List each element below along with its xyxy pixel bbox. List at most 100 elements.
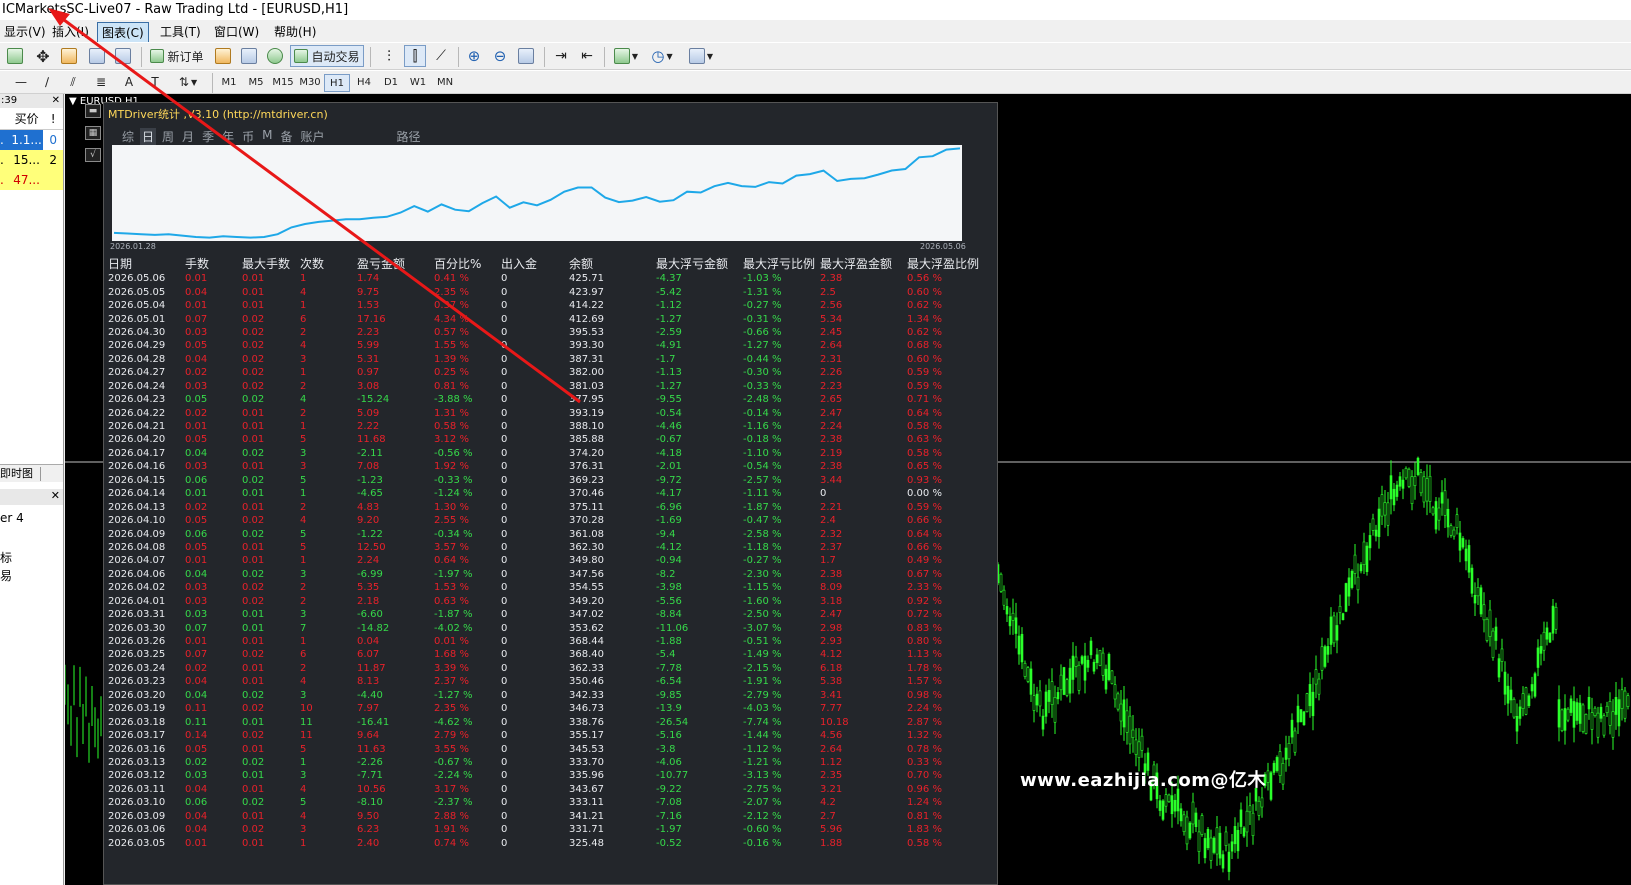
- trendline-button[interactable]: ∕: [36, 71, 58, 93]
- tf-m5[interactable]: M5: [243, 74, 269, 92]
- table-row[interactable]: 2026.04.24 0.03 0.02 2 3.08 0.81 % 0 381.03 -1.2…: [108, 380, 979, 393]
- mtd-tab[interactable]: 币: [240, 128, 256, 145]
- table-row[interactable]: 2026.04.29 0.05 0.02 4 5.99 1.55 % 0 393.30 -4.9…: [108, 339, 979, 352]
- menu-window[interactable]: 窗口(W): [210, 22, 263, 41]
- table-row[interactable]: 2026.04.17 0.04 0.02 3 -2.11 -0.56 % 0 374.20 -4…: [108, 447, 979, 460]
- mtd-tab[interactable]: 日: [140, 128, 157, 145]
- chart-shift-button[interactable]: ⇥: [550, 45, 572, 67]
- col-bid[interactable]: 买价: [10, 108, 43, 129]
- table-row[interactable]: 2026.04.27 0.02 0.02 1 0.97 0.25 % 0 382.00 -1.1…: [108, 366, 979, 379]
- table-row[interactable]: 2026.03.11 0.04 0.01 4 10.56 3.17 % 0 343.67 -9.…: [108, 783, 979, 796]
- bar-chart-button[interactable]: ⫶: [378, 45, 400, 67]
- table-row[interactable]: 2026.03.23 0.04 0.01 4 8.13 2.37 % 0 350.46 -6.5…: [108, 675, 979, 688]
- table-row[interactable]: 2026.03.17 0.14 0.02 11 9.64 2.79 % 0 355.17 -5.…: [108, 729, 979, 742]
- table-row[interactable]: 2026.04.16 0.03 0.01 3 7.08 1.92 % 0 376.31 -2.0…: [108, 460, 979, 473]
- column-header[interactable]: 余额: [569, 255, 656, 272]
- auto-trading-button[interactable]: 自动交易: [290, 45, 364, 67]
- zoom-out-button[interactable]: ⊖: [489, 45, 511, 67]
- mtd-tab[interactable]: 路径: [395, 128, 423, 145]
- table-row[interactable]: 2026.03.06 0.04 0.02 3 6.23 1.91 % 0 331.71 -1.9…: [108, 823, 979, 836]
- menu-view[interactable]: 显示(V): [0, 22, 50, 41]
- tf-m1[interactable]: M1: [216, 74, 242, 92]
- column-header[interactable]: 次数: [300, 255, 357, 272]
- table-row[interactable]: 2026.04.30 0.03 0.02 2 2.23 0.57 % 0 395.53 -2.5…: [108, 326, 979, 339]
- table-row[interactable]: 2026.03.31 0.03 0.01 3 -6.60 -1.87 % 0 347.02 -8…: [108, 608, 979, 621]
- tf-h4[interactable]: H4: [351, 74, 377, 92]
- table-row[interactable]: 2026.04.15 0.06 0.02 5 -1.23 -0.33 % 0 369.23 -9…: [108, 474, 979, 487]
- tester-button[interactable]: [264, 45, 286, 67]
- metaeditor-button[interactable]: [212, 45, 234, 67]
- zoom-in-button[interactable]: ⊕: [463, 45, 485, 67]
- table-row[interactable]: 2026.04.02 0.03 0.02 2 5.35 1.53 % 0 354.55 -3.9…: [108, 581, 979, 594]
- table-row[interactable]: 2026.03.12 0.03 0.01 3 -7.71 -2.24 % 0 335.96 -1…: [108, 769, 979, 782]
- fibo-button[interactable]: ≣: [90, 71, 112, 93]
- table-row[interactable]: 2026.03.26 0.01 0.01 1 0.04 0.01 % 0 368.44 -1.8…: [108, 635, 979, 648]
- menu-help[interactable]: 帮助(H): [270, 22, 320, 41]
- table-row[interactable]: 2026.04.14 0.01 0.01 1 -4.65 -1.24 % 0 370.46 -4…: [108, 487, 979, 500]
- tf-m30[interactable]: M30: [297, 74, 323, 92]
- table-row[interactable]: 2026.03.10 0.06 0.02 5 -8.10 -2.37 % 0 333.11 -7…: [108, 796, 979, 809]
- tile-windows-button[interactable]: [515, 45, 537, 67]
- tf-h1[interactable]: H1: [324, 74, 350, 92]
- favorites-button[interactable]: [58, 45, 80, 67]
- candle-chart-button[interactable]: ⫿: [404, 45, 426, 67]
- table-row[interactable]: 2026.03.16 0.05 0.01 5 11.63 3.55 % 0 345.53 -3.…: [108, 742, 979, 755]
- table-row[interactable]: 2026.04.10 0.05 0.02 4 9.20 2.55 % 0 370.28 -1.6…: [108, 514, 979, 527]
- channel-button[interactable]: ⫽: [62, 71, 84, 93]
- label-button[interactable]: T: [144, 71, 166, 93]
- table-row[interactable]: 2026.05.01 0.07 0.02 6 17.16 4.34 % 0 412.69 -1.…: [108, 312, 979, 325]
- mtd-tab[interactable]: 月: [180, 128, 196, 145]
- tf-mn[interactable]: MN: [432, 74, 458, 92]
- mtd-tab[interactable]: 综: [120, 128, 136, 145]
- table-row[interactable]: 2026.03.25 0.07 0.02 6 6.07 1.68 % 0 368.40 -5.4…: [108, 648, 979, 661]
- column-header[interactable]: 出入金: [501, 255, 569, 272]
- table-row[interactable]: 2026.03.20 0.04 0.02 3 -4.40 -1.27 % 0 342.33 -9…: [108, 689, 979, 702]
- mtd-tab[interactable]: M: [260, 128, 274, 145]
- navigator-item[interactable]: er 4: [0, 511, 24, 525]
- market-watch-button[interactable]: [86, 45, 108, 67]
- panel-check-icon[interactable]: √: [85, 148, 101, 162]
- table-row[interactable]: 2026.03.18 0.11 0.01 11 -16.41 -4.62 % 0 338.76…: [108, 715, 979, 728]
- tick-chart-tab[interactable]: 即时图: [0, 464, 63, 482]
- table-row[interactable]: 2026.05.04 0.01 0.01 1 1.53 0.37 % 0 414.22 -1.1…: [108, 299, 979, 312]
- navigator-item[interactable]: 易: [0, 567, 12, 584]
- terminal-button[interactable]: [238, 45, 260, 67]
- table-row[interactable]: 2026.04.06 0.04 0.02 3 -6.99 -1.97 % 0 347.56 -8…: [108, 568, 979, 581]
- close-icon[interactable]: ✕: [52, 94, 60, 108]
- table-row[interactable]: 2026.03.09 0.04 0.01 4 9.50 2.88 % 0 341.21 -7.1…: [108, 810, 979, 823]
- table-row[interactable]: 2026.04.09 0.06 0.02 5 -1.22 -0.34 % 0 361.08 -9…: [108, 527, 979, 540]
- text-button[interactable]: A: [118, 71, 140, 93]
- mtd-tab[interactable]: 年: [220, 128, 236, 145]
- column-header[interactable]: 最大浮亏金额: [656, 255, 743, 272]
- table-row[interactable]: 2026.05.06 0.01 0.01 1 1.74 0.41 % 0 425.71 -4.3…: [108, 272, 979, 285]
- panel-toggle-icon[interactable]: ▬: [85, 104, 101, 118]
- table-row[interactable]: 2026.03.05 0.01 0.01 1 2.40 0.74 % 0 325.48 -0.5…: [108, 836, 979, 849]
- table-row[interactable]: 2026.04.07 0.01 0.01 1 2.24 0.64 % 0 349.80 -0.9…: [108, 554, 979, 567]
- market-watch-row[interactable]: . 15... 2: [0, 150, 63, 170]
- new-chart-button[interactable]: [4, 45, 26, 67]
- close-icon[interactable]: ✕: [51, 489, 60, 502]
- table-row[interactable]: 2026.05.05 0.04 0.01 4 9.75 2.35 % 0 423.97 -5.4…: [108, 285, 979, 298]
- tf-d1[interactable]: D1: [378, 74, 404, 92]
- navigator-button[interactable]: [112, 45, 134, 67]
- mtd-tab[interactable]: 账户: [298, 128, 326, 145]
- table-row[interactable]: 2026.04.08 0.05 0.01 5 12.50 3.57 % 0 362.30 -4.…: [108, 541, 979, 554]
- table-row[interactable]: 2026.04.21 0.01 0.01 1 2.22 0.58 % 0 388.10 -4.4…: [108, 420, 979, 433]
- column-header[interactable]: 最大浮亏比例: [743, 255, 820, 272]
- table-row[interactable]: 2026.04.20 0.05 0.01 5 11.68 3.12 % 0 385.88 -0.…: [108, 433, 979, 446]
- table-row[interactable]: 2026.04.01 0.03 0.02 2 2.18 0.63 % 0 349.20 -5.5…: [108, 595, 979, 608]
- mtd-tab[interactable]: 备: [278, 128, 294, 145]
- menu-tools[interactable]: 工具(T): [156, 22, 205, 41]
- mtd-tab[interactable]: 季: [200, 128, 216, 145]
- column-header[interactable]: 手数: [185, 255, 242, 272]
- column-header[interactable]: 百分比%: [434, 255, 501, 272]
- mtd-tab[interactable]: 周: [160, 128, 176, 145]
- auto-scroll-button[interactable]: ⇤: [576, 45, 598, 67]
- table-row[interactable]: 2026.04.13 0.02 0.01 2 4.83 1.30 % 0 375.11 -6.9…: [108, 500, 979, 513]
- table-row[interactable]: 2026.04.23 0.05 0.02 4 -15.24 -3.88 % 0 377.95 -…: [108, 393, 979, 406]
- new-order-button[interactable]: 新订单: [146, 45, 208, 67]
- crosshair-button[interactable]: ✥: [32, 45, 54, 67]
- col-flag[interactable]: !: [43, 108, 63, 129]
- tf-m15[interactable]: M15: [270, 74, 296, 92]
- column-header[interactable]: 日期: [108, 255, 185, 272]
